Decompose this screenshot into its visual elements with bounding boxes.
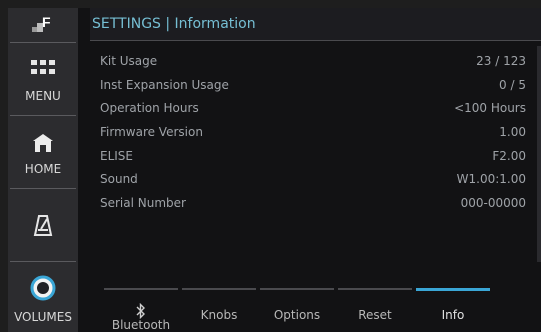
tab-indicator-active bbox=[416, 288, 490, 291]
info-panel: SETTINGS | Information Kit Usage 23 / 12… bbox=[90, 8, 541, 332]
info-value: F2.00 bbox=[492, 149, 526, 163]
bluetooth-icon bbox=[136, 303, 145, 319]
menu-grid-icon bbox=[31, 60, 55, 74]
info-value: 0 / 5 bbox=[499, 78, 526, 92]
tab-knobs[interactable]: Knobs bbox=[180, 288, 258, 332]
svg-text:F: F bbox=[42, 14, 51, 30]
info-row-serial: Serial Number 000-00000 bbox=[100, 194, 526, 214]
info-label: Inst Expansion Usage bbox=[100, 78, 229, 92]
tab-bluetooth[interactable]: Bluetooth bbox=[102, 288, 180, 332]
tab-label: Info bbox=[441, 308, 465, 322]
tab-reset[interactable]: Reset bbox=[336, 288, 414, 332]
tab-label: Knobs bbox=[200, 308, 238, 322]
info-value: 1.00 bbox=[499, 125, 526, 139]
tab-indicator bbox=[182, 288, 256, 290]
info-row-elise: ELISE F2.00 bbox=[100, 147, 526, 167]
f-logo-icon: F bbox=[30, 12, 56, 40]
info-label: Operation Hours bbox=[100, 101, 199, 115]
tab-info[interactable]: Info bbox=[414, 288, 492, 332]
info-value: W1.00:1.00 bbox=[456, 172, 526, 186]
info-label: ELISE bbox=[100, 149, 134, 163]
info-row-firmware: Firmware Version 1.00 bbox=[100, 123, 526, 143]
menu-label: MENU bbox=[25, 89, 61, 103]
tab-options[interactable]: Options bbox=[258, 288, 336, 332]
info-row-operation-hours: Operation Hours <100 Hours bbox=[100, 99, 526, 119]
info-row-inst-expansion: Inst Expansion Usage 0 / 5 bbox=[100, 76, 526, 96]
tab-label: Reset bbox=[358, 308, 392, 322]
tab-indicator bbox=[338, 288, 412, 290]
volume-knob-icon bbox=[30, 275, 56, 301]
home-icon bbox=[33, 134, 53, 152]
info-label: Firmware Version bbox=[100, 125, 203, 139]
metronome-button[interactable] bbox=[8, 189, 78, 261]
scrollbar[interactable] bbox=[537, 46, 541, 262]
tab-bar: Bluetooth Knobs Options Reset Info bbox=[90, 288, 541, 332]
tab-label: Options bbox=[273, 308, 321, 322]
tab-indicator bbox=[104, 288, 178, 290]
metronome-icon bbox=[33, 215, 53, 236]
settings-screen: F MENU HOME VOLUMES SETTINGS | Informati… bbox=[8, 8, 541, 332]
title-underline bbox=[90, 40, 541, 41]
tab-indicator bbox=[260, 288, 334, 290]
info-label: Serial Number bbox=[100, 196, 186, 210]
info-value: <100 Hours bbox=[454, 101, 526, 115]
info-value: 000-00000 bbox=[460, 196, 526, 210]
title-bar: SETTINGS | Information bbox=[90, 8, 541, 41]
info-row-sound: Sound W1.00:1.00 bbox=[100, 170, 526, 190]
info-row-kit-usage: Kit Usage 23 / 123 bbox=[100, 52, 526, 72]
info-label: Sound bbox=[100, 172, 138, 186]
page-title: SETTINGS | Information bbox=[92, 16, 256, 32]
menu-button[interactable]: MENU bbox=[8, 43, 78, 115]
volumes-label: VOLUMES bbox=[14, 310, 72, 324]
tab-label: Bluetooth bbox=[111, 318, 171, 332]
sidebar: F MENU HOME VOLUMES bbox=[8, 8, 78, 332]
home-button[interactable]: HOME bbox=[8, 116, 78, 188]
info-value: 23 / 123 bbox=[476, 54, 526, 68]
home-label: HOME bbox=[24, 162, 62, 176]
volumes-button[interactable]: VOLUMES bbox=[8, 262, 78, 332]
info-label: Kit Usage bbox=[100, 54, 158, 68]
